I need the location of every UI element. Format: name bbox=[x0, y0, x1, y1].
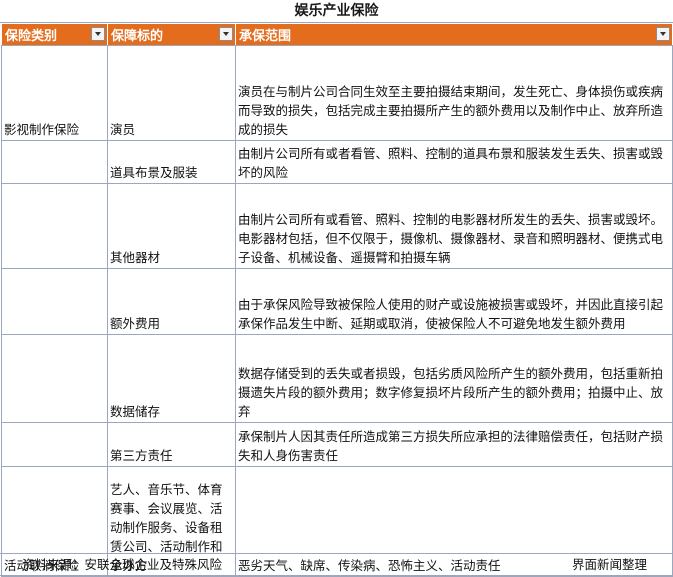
filter-dropdown-icon[interactable] bbox=[656, 27, 670, 41]
category-cell[interactable] bbox=[1, 268, 108, 335]
scope-cell[interactable]: 演员在与制片公司合同生效至主要拍摄结束期间，发生死亡、身体损伤或疾病而导致的损失… bbox=[235, 45, 673, 141]
category-cell[interactable] bbox=[1, 140, 108, 184]
filter-dropdown-icon[interactable] bbox=[219, 27, 233, 41]
table-title: 娱乐产业保险 bbox=[0, 0, 673, 23]
header-scope-label: 承保范围 bbox=[239, 29, 292, 44]
object-cell[interactable]: 第三方责任 bbox=[107, 422, 236, 467]
header-object: 保障标的 bbox=[107, 23, 236, 46]
object-cell[interactable]: 道具布景及服装 bbox=[107, 140, 236, 184]
table-row: 影视制作保险 演员 演员在与制片公司合同生效至主要拍摄结束期间，发生死亡、身体损… bbox=[1, 45, 673, 141]
category-cell[interactable] bbox=[1, 334, 108, 423]
object-cell[interactable]: 数据储存 bbox=[107, 334, 236, 423]
spreadsheet-view: 娱乐产业保险 保险类别 保障标的 承保范围 影视制作保险 演员 演员在与制片公司… bbox=[0, 0, 673, 577]
object-cell[interactable]: 额外费用 bbox=[107, 268, 236, 335]
object-cell[interactable]: 演员 bbox=[107, 45, 236, 141]
footer-row: 资料来源：安联全球企业及特殊风险 界面新闻整理 bbox=[0, 553, 673, 576]
source-note: 资料来源：安联全球企业及特殊风险 bbox=[22, 557, 223, 572]
scope-cell[interactable]: 由于承保风险导致被保险人使用的财产或设施被损害或毁坏，并因此直接引起承保作品发生… bbox=[235, 268, 673, 335]
table-row: 道具布景及服装 由制片公司所有或者看管、照料、控制的道具布景和服装发生丢失、损害… bbox=[1, 140, 673, 184]
category-cell[interactable] bbox=[1, 183, 108, 269]
header-scope: 承保范围 bbox=[235, 23, 673, 46]
scope-cell[interactable]: 数据存储受到的丢失或者损毁，包括劣质风险所产生的额外费用，包括重新拍摄遗失片段的… bbox=[235, 334, 673, 423]
header-category-label: 保险类别 bbox=[5, 29, 58, 44]
table-row: 其他器材 由制片公司所有或看管、照料、控制的电影器材所发生的丢失、损害或毁坏。电… bbox=[1, 183, 673, 269]
scope-cell[interactable]: 由制片公司所有或者看管、照料、控制的道具布景和服装发生丢失、损害或毁坏的风险 bbox=[235, 140, 673, 184]
filter-dropdown-icon[interactable] bbox=[91, 27, 105, 41]
table-row: 额外费用 由于承保风险导致被保险人使用的财产或设施被损害或毁坏，并因此直接引起承… bbox=[1, 268, 673, 335]
credit-note: 界面新闻整理 bbox=[571, 557, 647, 572]
table-row: 数据储存 数据存储受到的丢失或者损毁，包括劣质风险所产生的额外费用，包括重新拍摄… bbox=[1, 334, 673, 423]
header-category: 保险类别 bbox=[1, 23, 108, 46]
insurance-table: 保险类别 保障标的 承保范围 影视制作保险 演员 演员在与制片公司合同生效至主要… bbox=[1, 23, 673, 577]
header-row: 保险类别 保障标的 承保范围 bbox=[1, 23, 673, 46]
table-row: 第三方责任 承保制片人因其责任所造成第三方损失所应承担的法律赔偿责任，包括财产损… bbox=[1, 422, 673, 467]
scope-cell[interactable]: 承保制片人因其责任所造成第三方损失所应承担的法律赔偿责任，包括财产损失和人身伤害… bbox=[235, 422, 673, 467]
scope-cell[interactable]: 由制片公司所有或看管、照料、控制的电影器材所发生的丢失、损害或毁坏。电影器材包括… bbox=[235, 183, 673, 269]
header-object-label: 保障标的 bbox=[111, 29, 164, 44]
category-cell[interactable]: 影视制作保险 bbox=[1, 45, 108, 141]
object-cell[interactable]: 其他器材 bbox=[107, 183, 236, 269]
category-cell[interactable] bbox=[1, 422, 108, 467]
